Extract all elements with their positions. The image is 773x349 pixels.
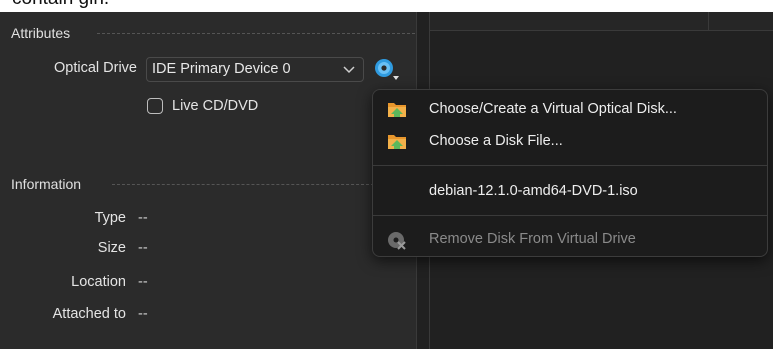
menu-item-label: Choose/Create a Virtual Optical Disk... — [429, 101, 677, 117]
menu-separator — [373, 215, 767, 216]
chevron-down-icon — [343, 66, 355, 74]
attached-to-value: -- — [138, 306, 148, 322]
location-label: Location — [71, 274, 126, 290]
menu-item-label: Choose a Disk File... — [429, 133, 563, 149]
menu-separator — [373, 165, 767, 166]
type-label: Type — [94, 210, 126, 226]
folder-arrow-icon — [388, 103, 406, 117]
menu-item-choose-disk-file[interactable]: Choose a Disk File... — [373, 126, 767, 156]
optical-drive-label: Optical Drive — [54, 60, 137, 76]
menu-item-choose-create-disk[interactable]: Choose/Create a Virtual Optical Disk... — [373, 94, 767, 124]
location-value: -- — [138, 274, 148, 290]
menu-item-label: Remove Disk From Virtual Drive — [429, 231, 636, 247]
attributes-section-divider — [97, 33, 415, 34]
attributes-section-label: Attributes — [11, 25, 71, 41]
menu-item-recent-iso[interactable]: debian-12.1.0-amd64-DVD-1.iso — [373, 176, 767, 206]
information-section-divider — [112, 184, 374, 185]
optical-disc-icon — [375, 59, 399, 80]
live-cd-label: Live CD/DVD — [172, 98, 259, 114]
choose-disk-button[interactable] — [372, 56, 402, 82]
menu-item-label: debian-12.1.0-amd64-DVD-1.iso — [429, 183, 638, 199]
live-cd-checkbox[interactable] — [147, 98, 163, 114]
clipped-document-text: contain gin. — [0, 0, 773, 12]
header-divider — [708, 12, 709, 30]
clipped-text: contain gin. — [12, 0, 109, 10]
disk-dropdown-menu: Choose/Create a Virtual Optical Disk... … — [372, 89, 768, 257]
remove-disk-icon — [388, 232, 406, 250]
menu-item-remove-disk: Remove Disk From Virtual Drive — [373, 224, 767, 254]
optical-drive-value: IDE Primary Device 0 — [152, 61, 291, 77]
size-label: Size — [97, 240, 126, 256]
attached-to-label: Attached to — [52, 306, 126, 322]
folder-arrow-icon — [388, 135, 406, 149]
storage-attributes-panel: Attributes Optical Drive IDE Primary Dev… — [0, 12, 416, 349]
table-header — [430, 12, 773, 31]
optical-drive-select[interactable]: IDE Primary Device 0 — [146, 57, 364, 82]
type-value: -- — [138, 210, 148, 226]
size-value: -- — [138, 240, 148, 256]
information-section-label: Information — [11, 176, 82, 192]
